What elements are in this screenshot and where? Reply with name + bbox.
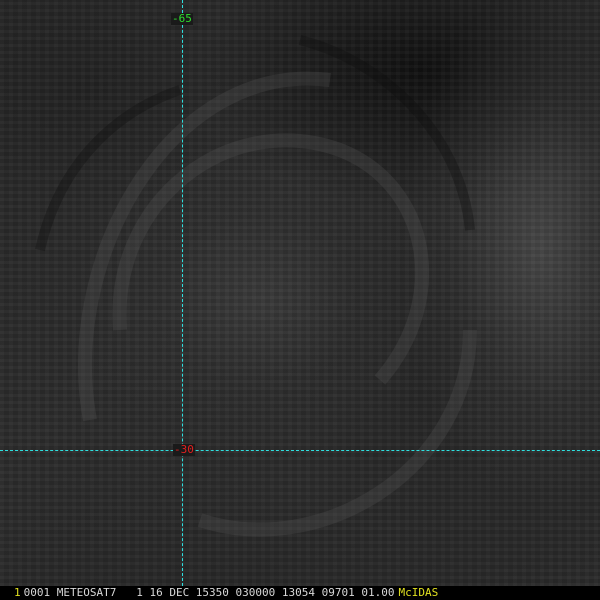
latitude-grid-line bbox=[0, 450, 600, 451]
frame-number: 1 bbox=[14, 586, 21, 599]
status-bar: 1 0001 METEOSAT7 1 16 DEC 15350 030000 1… bbox=[0, 586, 600, 600]
image-metadata-text: 0001 METEOSAT7 1 16 DEC 15350 030000 130… bbox=[23, 586, 395, 599]
latitude-label: -30 bbox=[173, 443, 195, 456]
longitude-label: -65 bbox=[171, 12, 193, 25]
cloud-swirl-overlay bbox=[35, 35, 477, 537]
longitude-grid-line bbox=[182, 0, 183, 586]
satellite-image-viewer: -65 -30 1 0001 METEOSAT7 1 16 DEC 15350 … bbox=[0, 0, 600, 600]
mcidas-brand: McIDAS bbox=[398, 586, 439, 599]
